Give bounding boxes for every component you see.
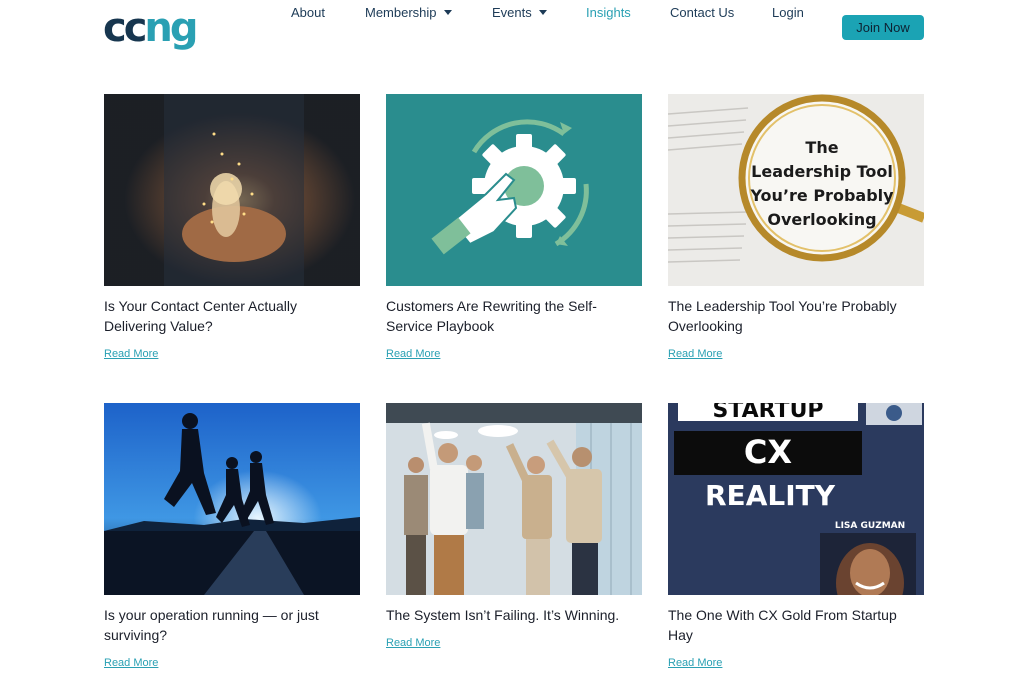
image-text-line-2: Leadership Tool — [751, 162, 893, 181]
article-card: Is your operation running — or just surv… — [104, 403, 360, 669]
article-card: Is Your Contact Center Actually Deliveri… — [104, 94, 360, 360]
ccng-logo[interactable]: ccng — [103, 5, 199, 51]
image-text-line-4: Overlooking — [767, 210, 876, 229]
nav-insights[interactable]: Insights — [586, 5, 631, 20]
chevron-down-icon — [443, 10, 452, 15]
article-card: STARTUP CX REALITY LISA GUZMAN The One W… — [668, 403, 924, 669]
article-title[interactable]: The One With CX Gold From Startup Hay — [668, 605, 924, 645]
read-more-link[interactable]: Read More — [668, 348, 722, 360]
image-text-name: LISA GUZMAN — [835, 521, 905, 531]
read-more-link[interactable]: Read More — [386, 637, 440, 649]
chevron-down-icon — [538, 10, 547, 15]
image-text-startup: STARTUP — [712, 403, 823, 423]
article-title[interactable]: The System Isn’t Failing. It’s Winning. — [386, 605, 642, 625]
article-thumbnail-podcast[interactable]: STARTUP CX REALITY LISA GUZMAN — [668, 403, 924, 595]
article-card: The System Isn’t Failing. It’s Winning. … — [386, 403, 642, 649]
read-more-link[interactable]: Read More — [668, 657, 722, 669]
article-thumbnail-celebration[interactable] — [386, 403, 642, 595]
logo-text-cc: cc — [103, 5, 147, 51]
article-title[interactable]: The Leadership Tool You’re Probably Over… — [668, 296, 924, 336]
nav-membership-label: Membership — [365, 5, 437, 20]
nav-insights-label: Insights — [586, 5, 631, 20]
site-header: ccng About Membership Events Insights Co… — [0, 0, 1024, 60]
article-title[interactable]: Customers Are Rewriting the Self-Service… — [386, 296, 642, 336]
article-thumbnail-lightbulb[interactable] — [104, 94, 360, 286]
image-text-cx: CX — [744, 433, 792, 471]
nav-about[interactable]: About — [291, 5, 325, 20]
read-more-link[interactable]: Read More — [104, 657, 158, 669]
read-more-link[interactable]: Read More — [386, 348, 440, 360]
article-title[interactable]: Is Your Contact Center Actually Deliveri… — [104, 296, 360, 336]
read-more-link[interactable]: Read More — [104, 348, 158, 360]
logo-text-ng: ng — [144, 5, 198, 51]
article-title[interactable]: Is your operation running — or just surv… — [104, 605, 360, 645]
article-card: The Leadership Tool You’re Probably Over… — [668, 94, 924, 360]
image-text-reality: REALITY — [705, 479, 836, 512]
join-now-button[interactable]: Join Now — [842, 15, 924, 40]
image-text-line-3: You’re Probably — [749, 186, 894, 205]
article-thumbnail-self-service[interactable] — [386, 94, 642, 286]
nav-about-label: About — [291, 5, 325, 20]
image-text-line-1: The — [805, 138, 838, 157]
article-thumbnail-magnifier[interactable]: The Leadership Tool You’re Probably Over… — [668, 94, 924, 286]
article-card: Customers Are Rewriting the Self-Service… — [386, 94, 642, 360]
nav-login-label: Login — [772, 5, 804, 20]
nav-contact-label: Contact Us — [670, 5, 735, 20]
nav-events[interactable]: Events — [492, 5, 547, 20]
nav-login[interactable]: Login — [772, 5, 804, 20]
nav-contact-us[interactable]: Contact Us — [670, 5, 734, 20]
article-thumbnail-runners[interactable] — [104, 403, 360, 595]
nav-events-label: Events — [492, 5, 532, 20]
nav-membership[interactable]: Membership — [365, 5, 452, 20]
